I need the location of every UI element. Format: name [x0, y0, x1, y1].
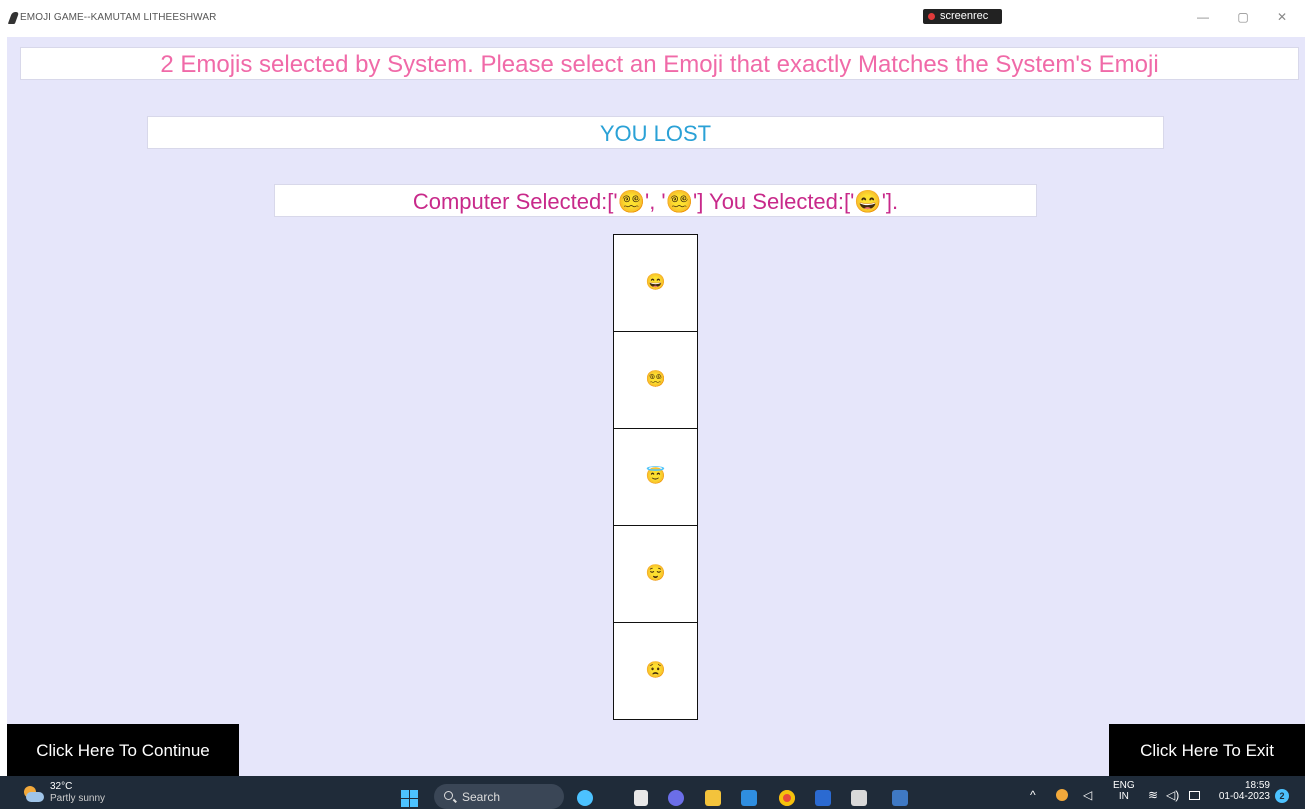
emoji-button-halo[interactable]: 😇 — [613, 428, 698, 526]
teams-chat-icon[interactable] — [668, 790, 684, 806]
weather-icon[interactable] — [22, 786, 44, 802]
windows-start-icon[interactable] — [401, 790, 418, 807]
tray-chevron-icon[interactable]: ^ — [1030, 788, 1036, 802]
window-title: EMOJI GAME--KAMUTAM LITHEESHWAR — [20, 12, 217, 23]
game-window: 2 Emojis selected by System. Please sele… — [7, 37, 1305, 777]
screenrec-label: screenrec — [940, 10, 989, 22]
vscode-icon[interactable] — [741, 790, 757, 806]
tray-app-icon[interactable] — [1056, 789, 1068, 801]
search-placeholder: Search — [462, 790, 501, 804]
result-label: YOU LOST — [147, 116, 1164, 149]
chrome-icon[interactable] — [779, 790, 795, 806]
snipping-tool-icon[interactable] — [851, 790, 867, 806]
volume-icon[interactable]: ◁) — [1166, 788, 1179, 802]
taskbar-clock[interactable]: 18:59 01-04-2023 — [1214, 780, 1270, 802]
emoji-button-dizzy[interactable]: 😵‍💫 — [613, 331, 698, 429]
battery-icon[interactable] — [1189, 791, 1200, 800]
language-indicator[interactable]: ENG IN — [1113, 780, 1135, 802]
window-titlebar: EMOJI GAME--KAMUTAM LITHEESHWAR screenre… — [0, 0, 1305, 37]
continue-button[interactable]: Click Here To Continue — [7, 724, 239, 777]
search-icon — [444, 791, 453, 800]
app-feather-icon — [7, 12, 20, 24]
notification-badge[interactable]: 2 — [1275, 789, 1289, 803]
close-button[interactable]: ✕ — [1272, 10, 1292, 24]
taskbar-search[interactable]: Search — [434, 784, 564, 809]
emoji-button-grinning[interactable]: 😄 — [613, 234, 698, 332]
screenrec-badge[interactable]: screenrec — [923, 9, 1002, 24]
selection-detail-label: Computer Selected:['😵‍💫', '😵‍💫'] You Sel… — [274, 184, 1037, 217]
emoji-button-relieved[interactable]: 😌 — [613, 525, 698, 623]
windows-taskbar: 32°C Partly sunny Search ^ ◁ ENG IN ≋ ◁)… — [0, 776, 1305, 809]
instruction-label: 2 Emojis selected by System. Please sele… — [20, 47, 1299, 80]
weather-condition[interactable]: Partly sunny — [50, 793, 105, 804]
record-dot-icon — [928, 13, 935, 20]
task-view-icon[interactable] — [634, 790, 648, 806]
exit-button[interactable]: Click Here To Exit — [1109, 724, 1305, 777]
widgets-icon[interactable] — [577, 790, 593, 806]
minimize-button[interactable]: — — [1193, 10, 1213, 24]
wifi-icon[interactable]: ≋ — [1148, 788, 1158, 802]
emoji-button-column: 😄 😵‍💫 😇 😌 😟 — [613, 234, 698, 720]
python-idle-icon[interactable] — [892, 790, 908, 806]
location-icon[interactable]: ◁ — [1083, 788, 1092, 802]
file-explorer-icon[interactable] — [705, 790, 721, 806]
emoji-button-worried[interactable]: 😟 — [613, 622, 698, 720]
weather-temperature[interactable]: 32°C — [50, 781, 72, 792]
maximize-button[interactable]: ▢ — [1233, 10, 1253, 24]
word-icon[interactable] — [815, 790, 831, 806]
